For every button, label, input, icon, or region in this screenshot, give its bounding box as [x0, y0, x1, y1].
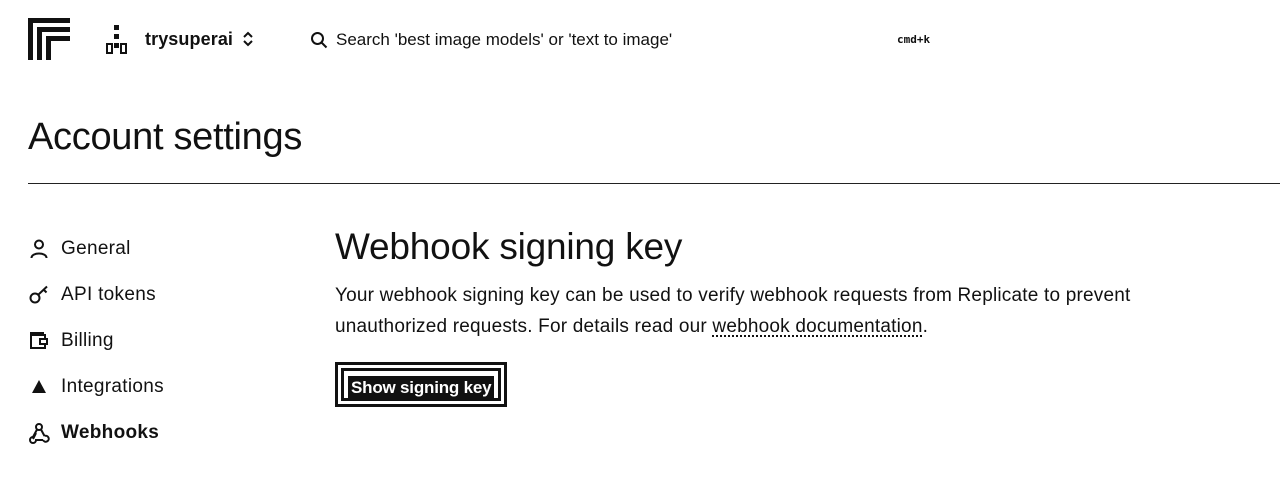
- page-title: Account settings: [28, 116, 303, 158]
- search-input[interactable]: [336, 27, 756, 53]
- chevron-up-down-icon: [243, 31, 253, 47]
- search-shortcut-hint: cmd+k: [897, 33, 931, 46]
- button-label: Show signing key: [348, 376, 495, 400]
- org-name: trysuperai: [145, 28, 234, 49]
- sidebar-item-label: Integrations: [61, 376, 164, 397]
- org-switcher[interactable]: trysuperai: [106, 24, 255, 54]
- search-bar: cmd+k: [310, 26, 950, 54]
- search-icon: [311, 32, 328, 49]
- replicate-logo-icon[interactable]: [28, 18, 70, 60]
- webhook-icon: [29, 423, 50, 444]
- sidebar-item-label: Webhooks: [61, 422, 160, 443]
- section-description: Your webhook signing key can be used to …: [335, 280, 1235, 342]
- sidebar-item-billing[interactable]: Billing: [28, 318, 278, 364]
- webhook-settings-panel: Webhook signing key Your webhook signing…: [335, 224, 1255, 407]
- webhook-documentation-link[interactable]: webhook documentation: [712, 316, 922, 337]
- sidebar-item-label: Billing: [61, 330, 114, 351]
- wallet-icon: [30, 332, 48, 349]
- description-suffix: .: [922, 316, 929, 337]
- org-icon: [106, 25, 127, 54]
- title-divider: [28, 183, 1280, 184]
- key-icon: [29, 285, 48, 304]
- section-title: Webhook signing key: [335, 226, 683, 267]
- sidebar-item-label: General: [61, 238, 131, 259]
- sidebar-item-general[interactable]: General: [28, 226, 278, 272]
- settings-sidebar: General API tokens Billing Integrations: [28, 226, 278, 456]
- show-signing-key-button[interactable]: Show signing key: [335, 362, 508, 407]
- sidebar-item-integrations[interactable]: Integrations: [28, 364, 278, 410]
- sidebar-item-webhooks[interactable]: Webhooks: [28, 410, 278, 456]
- sidebar-item-api-tokens[interactable]: API tokens: [28, 272, 278, 318]
- triangle-icon: [32, 380, 46, 393]
- sidebar-item-label: API tokens: [61, 284, 156, 305]
- top-header: trysuperai cmd+k: [0, 0, 1280, 80]
- person-icon: [30, 239, 48, 259]
